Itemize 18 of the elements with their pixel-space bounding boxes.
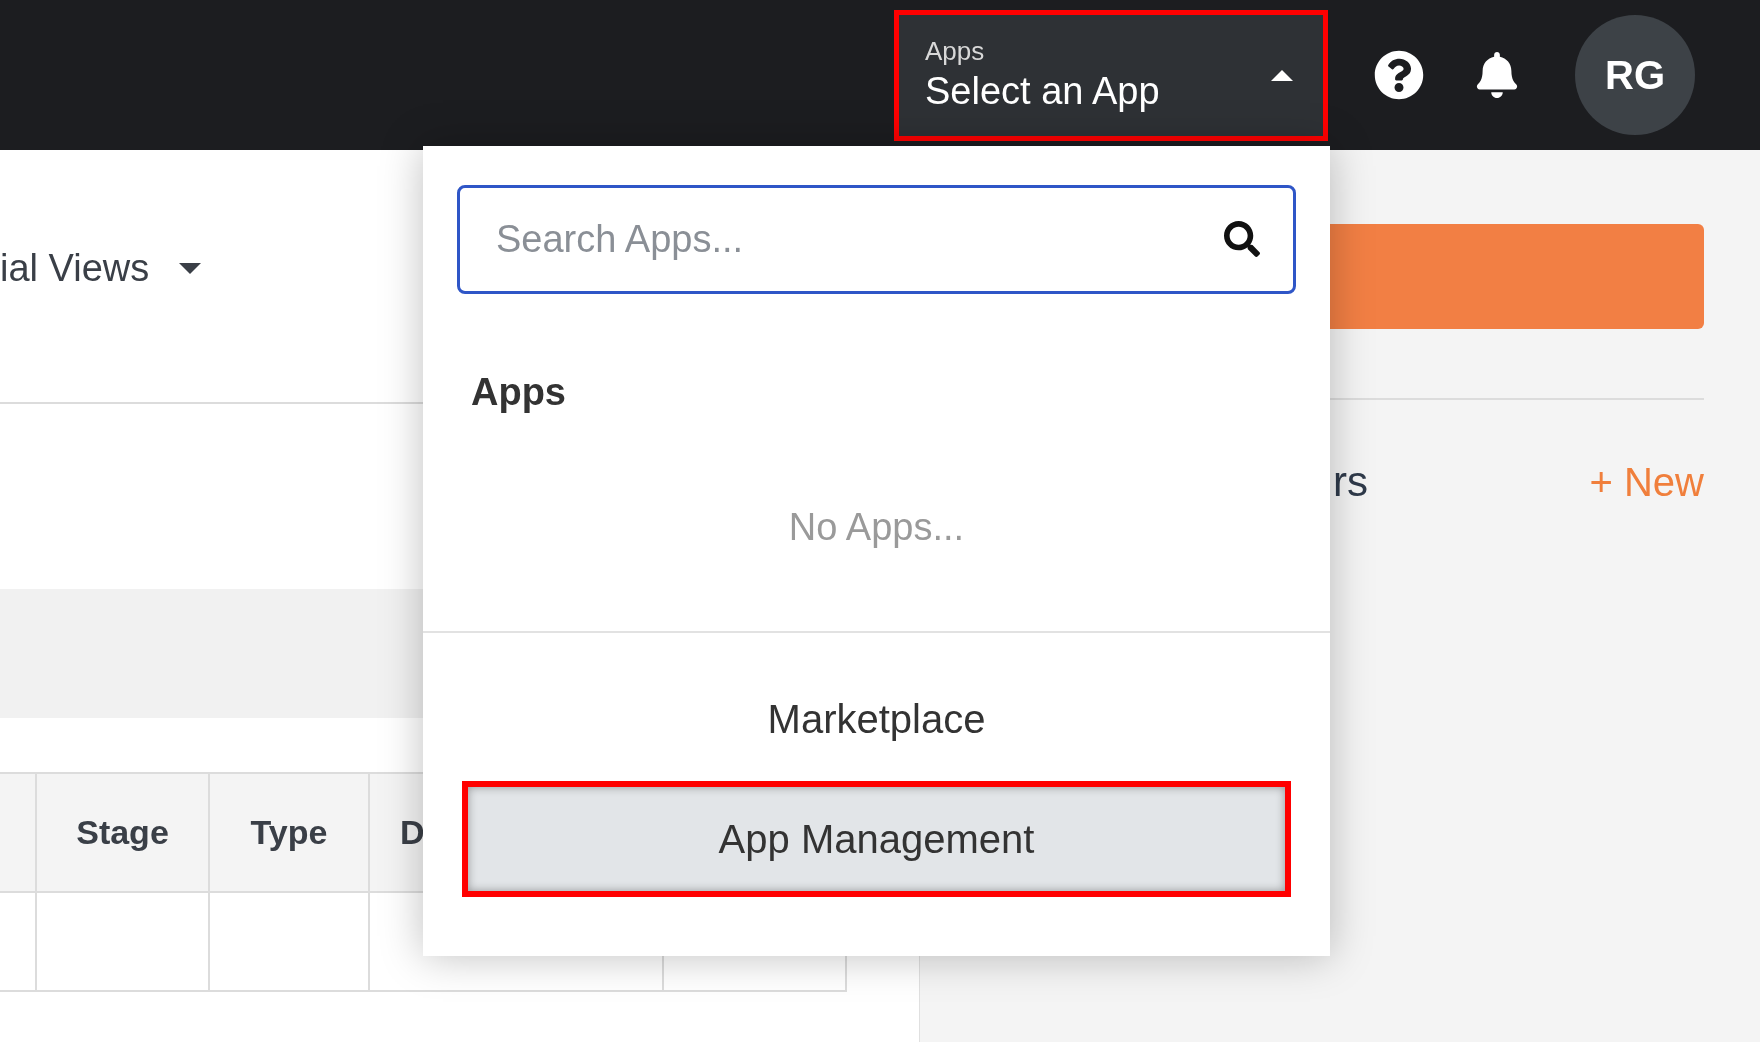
menu-item[interactable]: App Management	[462, 781, 1291, 897]
selector-value: Select an App	[925, 68, 1160, 114]
section-title: Apps	[471, 370, 567, 415]
caret-icon	[1271, 69, 1293, 81]
user-avatar[interactable]: RG	[1575, 15, 1695, 135]
empty-message: No Apps...	[788, 505, 965, 550]
column-header: Stage	[76, 812, 169, 853]
panel-heading: rs	[1333, 457, 1368, 507]
views-menu[interactable]: ial Views	[0, 239, 150, 297]
column-header: Type	[250, 812, 328, 853]
help-icon[interactable]	[1374, 50, 1424, 100]
selector-label: Apps	[925, 35, 986, 68]
column-header: D	[400, 812, 425, 853]
search-field[interactable]: Search Apps...	[457, 185, 1296, 294]
caret-icon	[179, 262, 202, 274]
app-selector[interactable]: Apps Select an App	[894, 9, 1328, 141]
bell-icon[interactable]	[1474, 52, 1520, 98]
search-icon	[1224, 221, 1260, 257]
